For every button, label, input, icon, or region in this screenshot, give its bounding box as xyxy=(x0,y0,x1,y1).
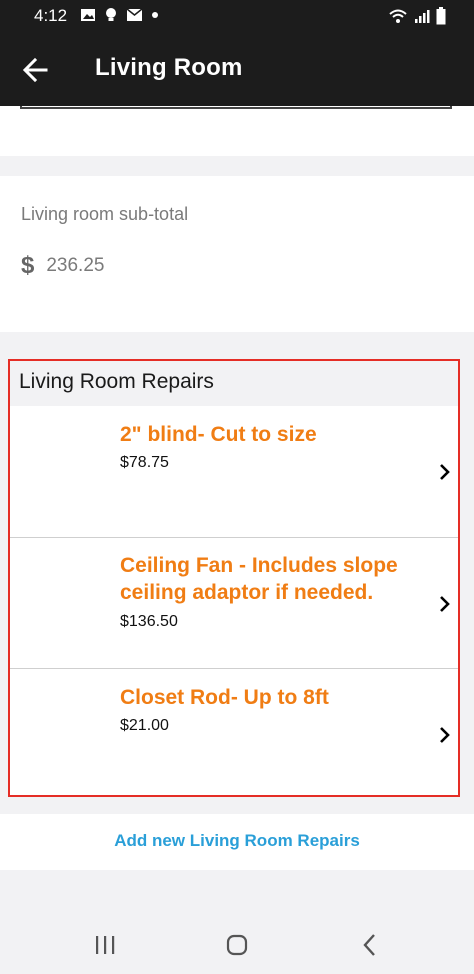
back-button[interactable] xyxy=(18,52,54,88)
status-bar: 4:12 xyxy=(0,0,474,32)
home-icon[interactable] xyxy=(222,930,252,960)
system-icons xyxy=(388,7,446,25)
bulb-icon xyxy=(106,8,116,21)
page-title: Living Room xyxy=(95,54,243,81)
subtotal-value: 236.25 xyxy=(46,255,105,276)
add-repair-link[interactable]: Add new Living Room Repairs xyxy=(0,831,474,851)
top-strip xyxy=(0,106,474,156)
back-nav-icon[interactable] xyxy=(356,930,386,960)
subtotal-label: Living room sub-total xyxy=(21,204,189,224)
nav-bar xyxy=(0,916,474,974)
wifi-icon xyxy=(389,9,407,23)
scrolled-field-edge xyxy=(20,106,452,109)
subtotal-card: Living room sub-total $ 236.25 xyxy=(0,176,474,332)
status-time: 4:12 xyxy=(34,6,68,25)
recent-apps-icon[interactable] xyxy=(90,930,120,960)
image-icon xyxy=(81,9,95,21)
mail-icon xyxy=(126,8,143,21)
dot-icon xyxy=(152,12,158,18)
app-bar: Living Room xyxy=(0,32,474,106)
dollar-icon: $ xyxy=(21,252,35,279)
subtotal-row: $ 236.25 xyxy=(21,252,104,280)
add-row: Add new Living Room Repairs xyxy=(0,814,474,870)
signal-icon xyxy=(415,10,430,23)
highlight-frame xyxy=(8,359,460,797)
arrow-left-icon xyxy=(22,57,48,83)
battery-icon xyxy=(436,7,446,25)
notification-icons xyxy=(80,7,159,23)
